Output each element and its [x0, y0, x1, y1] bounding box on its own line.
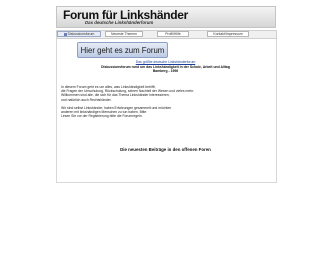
nav-bar: Diskussionsforum Neueste Themen Profil/H…: [56, 30, 277, 39]
paragraph-line: und natürlich auch Rechtshänder.: [61, 97, 112, 102]
intro-text: Diskussionsforum rund um das Linkshändig…: [56, 65, 275, 73]
nav-item-latest-label: Neueste Themen: [111, 32, 137, 36]
nav-item-latest[interactable]: Neueste Themen: [105, 31, 143, 37]
nav-item-contact-label: Kontakt/Impressum: [213, 32, 243, 36]
paragraph-line: Lesen Sie vor der Registrierung bitte di…: [61, 114, 143, 119]
nav-item-contact[interactable]: Kontakt/Impressum: [207, 31, 249, 37]
forum-icon: [63, 32, 67, 36]
intro-line-2: Bamberg - 1996: [152, 69, 179, 73]
description-paragraph-2: Wir sind selbst Linkshänder, haben Erfah…: [61, 106, 269, 119]
forum-entry-button[interactable]: Hier geht es zum Forum: [77, 42, 168, 58]
site-subtitle: Das deutsche Linkshänderforum: [85, 20, 154, 25]
nav-item-forum[interactable]: Diskussionsforum: [57, 31, 101, 37]
nav-item-profile-label: Profil/Hilfe: [165, 32, 181, 36]
forum-link[interactable]: Das größte deutsche Linkshänderforum: [56, 60, 275, 64]
nav-item-forum-label: Diskussionsforum: [67, 32, 95, 36]
latest-posts-heading: Die neuesten Beiträge in den offenen For…: [120, 147, 211, 152]
nav-item-profile[interactable]: Profil/Hilfe: [157, 31, 189, 37]
description-paragraph-1: In diesem Forum geht es um alles, was Li…: [61, 85, 269, 102]
